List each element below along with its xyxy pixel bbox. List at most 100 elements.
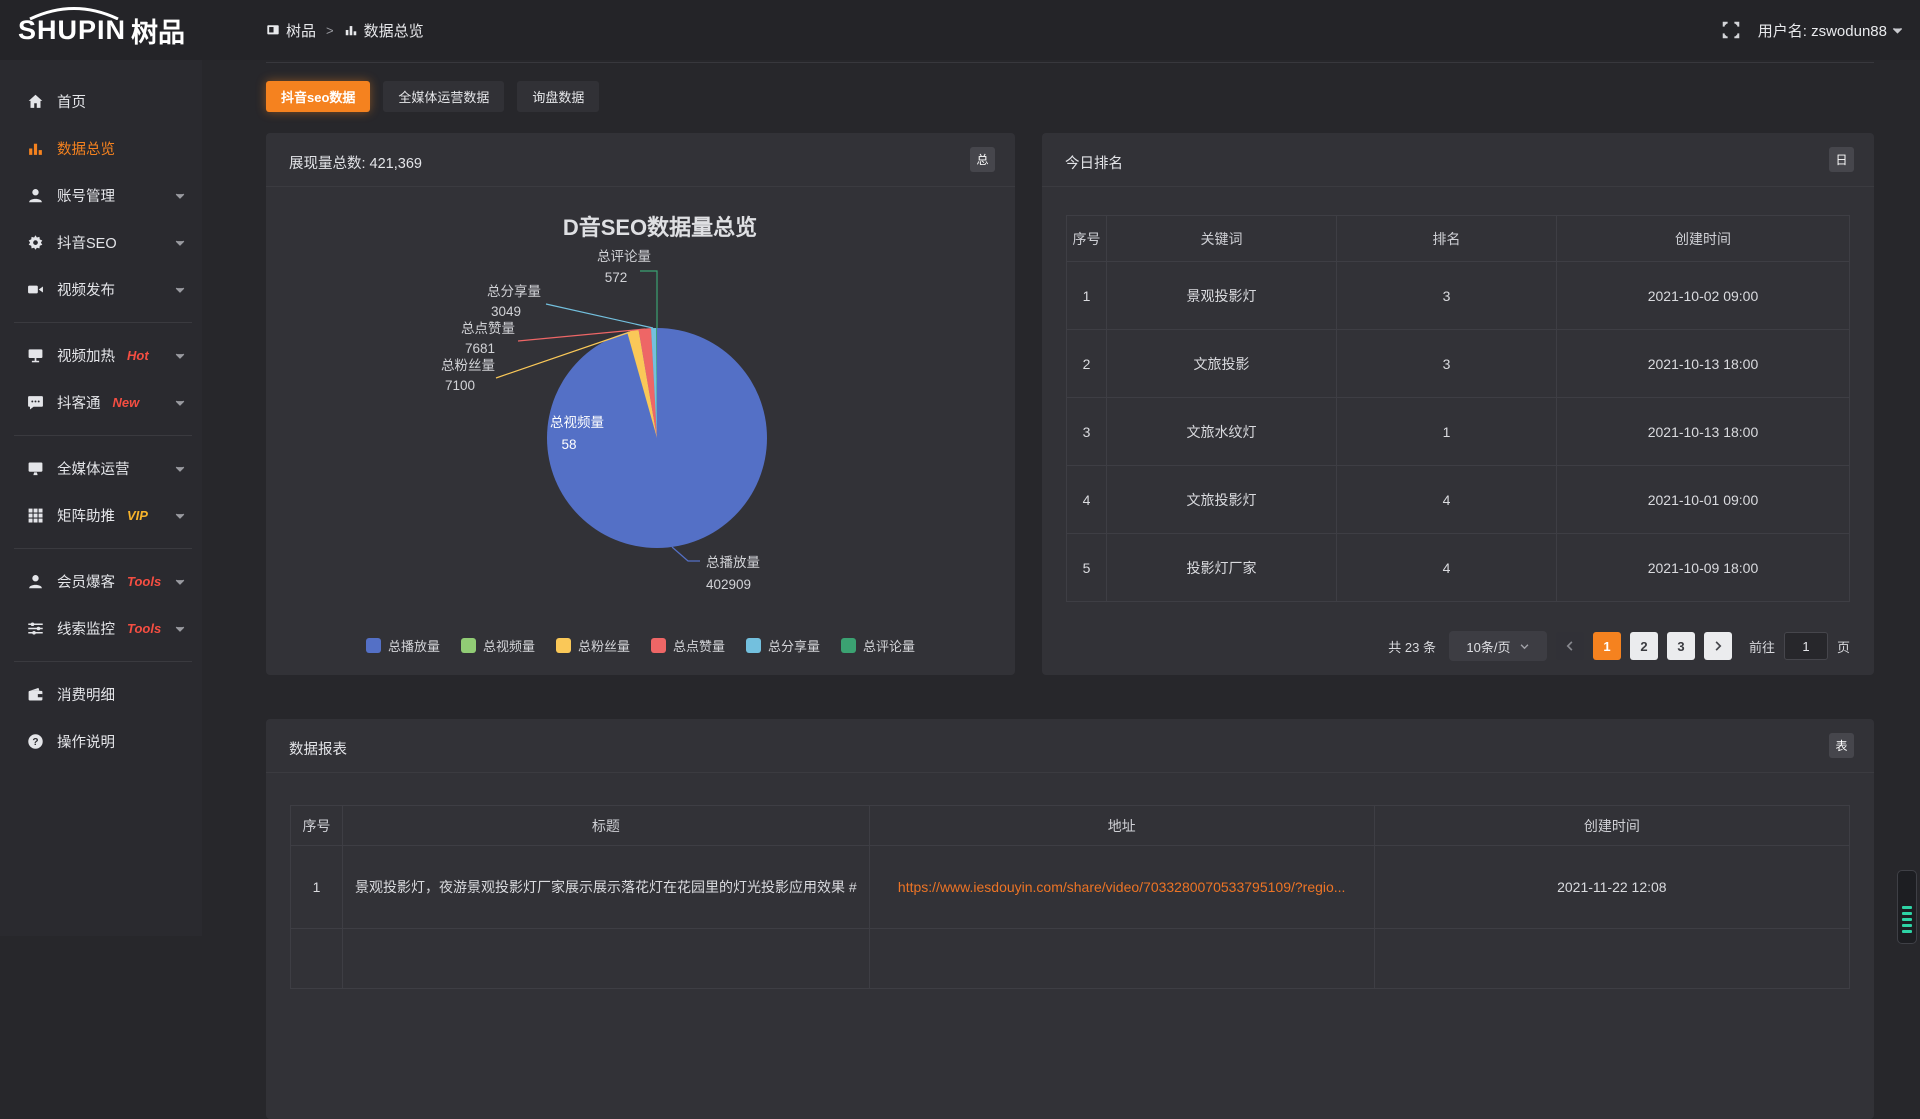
sidebar-item-视频加热[interactable]: 视频加热Hot [0,332,202,379]
breadcrumb-current[interactable]: 数据总览 [344,20,424,41]
legend-item-总播放量[interactable]: 总播放量 [366,636,440,655]
rank-column-创建时间: 创建时间 [1557,216,1850,262]
breadcrumb-current-label: 数据总览 [364,20,424,41]
page-button-3[interactable]: 3 [1667,632,1695,660]
legend-item-总评论量[interactable]: 总评论量 [841,636,915,655]
member-icon [27,573,44,590]
rank-table-row: 4文旅投影灯42021-10-01 09:00 [1067,466,1850,534]
sidebar-item-label: 视频加热 [57,345,115,366]
pagination: 共 23 条 10条/页 123 前往 页 [1388,631,1850,661]
sidebar-item-badge: Tools [127,574,161,589]
rank-cell: 1 [1337,398,1557,466]
pie-label-name: 总评论量 [597,249,651,264]
chevron-down-icon [1891,24,1904,37]
label-line-总播放量 [672,547,700,561]
goto-label: 前往 [1749,637,1775,656]
rank-table-row: 1景观投影灯32021-10-02 09:00 [1067,262,1850,330]
chevron-down-icon [1519,641,1530,652]
logo-text-cn: 树品 [131,11,185,50]
sidebar-item-线索监控[interactable]: 线索监控 Tools [0,605,202,652]
sidebar-item-label: 会员爆客 [57,571,115,592]
overview-total-button[interactable]: 总 [970,147,995,172]
legend-item-总分享量[interactable]: 总分享量 [746,636,820,655]
legend-item-总视频量[interactable]: 总视频量 [461,636,535,655]
tab-询盘数据[interactable]: 询盘数据 [517,81,599,112]
tab-全媒体运营数据[interactable]: 全媒体运营数据 [383,81,504,112]
report-column-创建时间: 创建时间 [1374,806,1849,846]
header-right: 用户名: zswodun88 [1722,0,1904,60]
chevron-down-icon [174,190,186,202]
sidebar-item-label: 抖音SEO [57,232,117,253]
sidebar-item-视频发布[interactable]: 视频发布 [0,266,202,313]
rank-cell: 投影灯厂家 [1107,534,1337,602]
report-cell-no: 1 [291,846,343,929]
goto-suffix: 页 [1837,637,1850,656]
rank-table: 序号关键词排名创建时间 1景观投影灯32021-10-02 09:002文旅投影… [1066,215,1850,602]
breadcrumb-root[interactable]: 树品 [266,20,316,41]
rank-cell: 4 [1067,466,1107,534]
sidebar-item-抖客通[interactable]: 抖客通New [0,379,202,426]
chevron-down-icon [174,510,186,522]
sidebar-item-label: 操作说明 [57,731,115,752]
header-divider [266,62,1874,63]
rank-cell: 文旅投影 [1107,330,1337,398]
sidebar-item-label: 账号管理 [57,185,115,206]
legend-item-总粉丝量[interactable]: 总粉丝量 [556,636,630,655]
fullscreen-icon[interactable] [1722,21,1740,39]
chart-title: D音SEO数据量总览 [563,215,757,240]
sidebar-item-label: 消费明细 [57,684,115,705]
page-button-1[interactable]: 1 [1593,632,1621,660]
breadcrumb-separator: > [326,23,334,38]
pie-label-name: 总粉丝量 [441,358,495,373]
rank-cell: 2021-10-13 18:00 [1557,330,1850,398]
next-page-button[interactable] [1704,632,1732,660]
label-line-总分享量 [546,304,653,328]
scroll-widget[interactable] [1897,870,1917,944]
sidebar-group-divider [14,435,192,436]
report-cell-url: https://www.iesdouyin.com/share/video/70… [869,846,1374,929]
pie-label-name: 总视频量 [550,415,604,430]
sidebar-item-badge: Tools [127,621,161,636]
chevron-down-icon [174,623,186,635]
tab-抖音seo数据[interactable]: 抖音seo数据 [266,81,370,112]
report-link[interactable]: https://www.iesdouyin.com/share/video/70… [898,879,1346,895]
pie-label-name: 总播放量 [706,555,760,570]
overview-panel: 展现量总数: 421,369 总 D音SEO数据量总览总播放量402909总视频… [266,133,1015,675]
chevron-left-icon [1564,640,1576,652]
report-table-row: 1景观投影灯，夜游景观投影灯厂家展示展示落花灯在花园里的灯光投影应用效果 #ht… [291,846,1850,929]
seo-pie-chart: D音SEO数据量总览总播放量402909总视频量58总粉丝量7100总点赞量76… [266,187,1015,597]
grid-icon [27,507,44,524]
sidebar-item-label: 线索监控 [57,618,115,639]
sidebar-item-全媒体运营[interactable]: 全媒体运营 [0,445,202,492]
chevron-down-icon [174,237,186,249]
rank-table-row: 5投影灯厂家42021-10-09 18:00 [1067,534,1850,602]
report-table-header-row: 序号标题地址创建时间 [291,806,1850,846]
sidebar-item-会员爆客[interactable]: 会员爆客 Tools [0,558,202,605]
rank-cell: 4 [1337,534,1557,602]
report-table-button[interactable]: 表 [1829,733,1854,758]
sidebar-item-label: 视频发布 [57,279,115,300]
user-menu[interactable]: 用户名: zswodun88 [1758,20,1904,41]
pie-label-value: 402909 [706,577,751,592]
sidebar-item-消费明细[interactable]: 消费明细 [0,671,202,718]
sidebar-item-抖音SEO[interactable]: 抖音SEO [0,219,202,266]
page-size-select[interactable]: 10条/页 [1449,631,1547,661]
pie-label-value: 7100 [445,378,475,393]
pagination-total: 共 23 条 [1388,637,1436,656]
goto-page-input[interactable] [1784,632,1828,660]
breadcrumb: 树品 > 数据总览 [266,0,424,60]
pie-label-name: 总分享量 [487,283,541,299]
breadcrumb-root-label: 树品 [286,20,316,41]
legend-item-总点赞量[interactable]: 总点赞量 [651,636,725,655]
sidebar-item-账号管理[interactable]: 账号管理 [0,172,202,219]
sidebar-item-首页[interactable]: 首页 [0,78,202,125]
rank-day-button[interactable]: 日 [1829,147,1854,172]
sidebar-item-操作说明[interactable]: ?操作说明 [0,718,202,765]
sidebar-item-label: 首页 [57,91,86,112]
app-logo: SHUPIN 树品 [18,10,202,50]
page-button-2[interactable]: 2 [1630,632,1658,660]
sidebar-item-数据总览[interactable]: 数据总览 [0,125,202,172]
sidebar-item-矩阵助推[interactable]: 矩阵助推VIP [0,492,202,539]
legend-swatch [841,638,856,653]
prev-page-button[interactable] [1556,632,1584,660]
